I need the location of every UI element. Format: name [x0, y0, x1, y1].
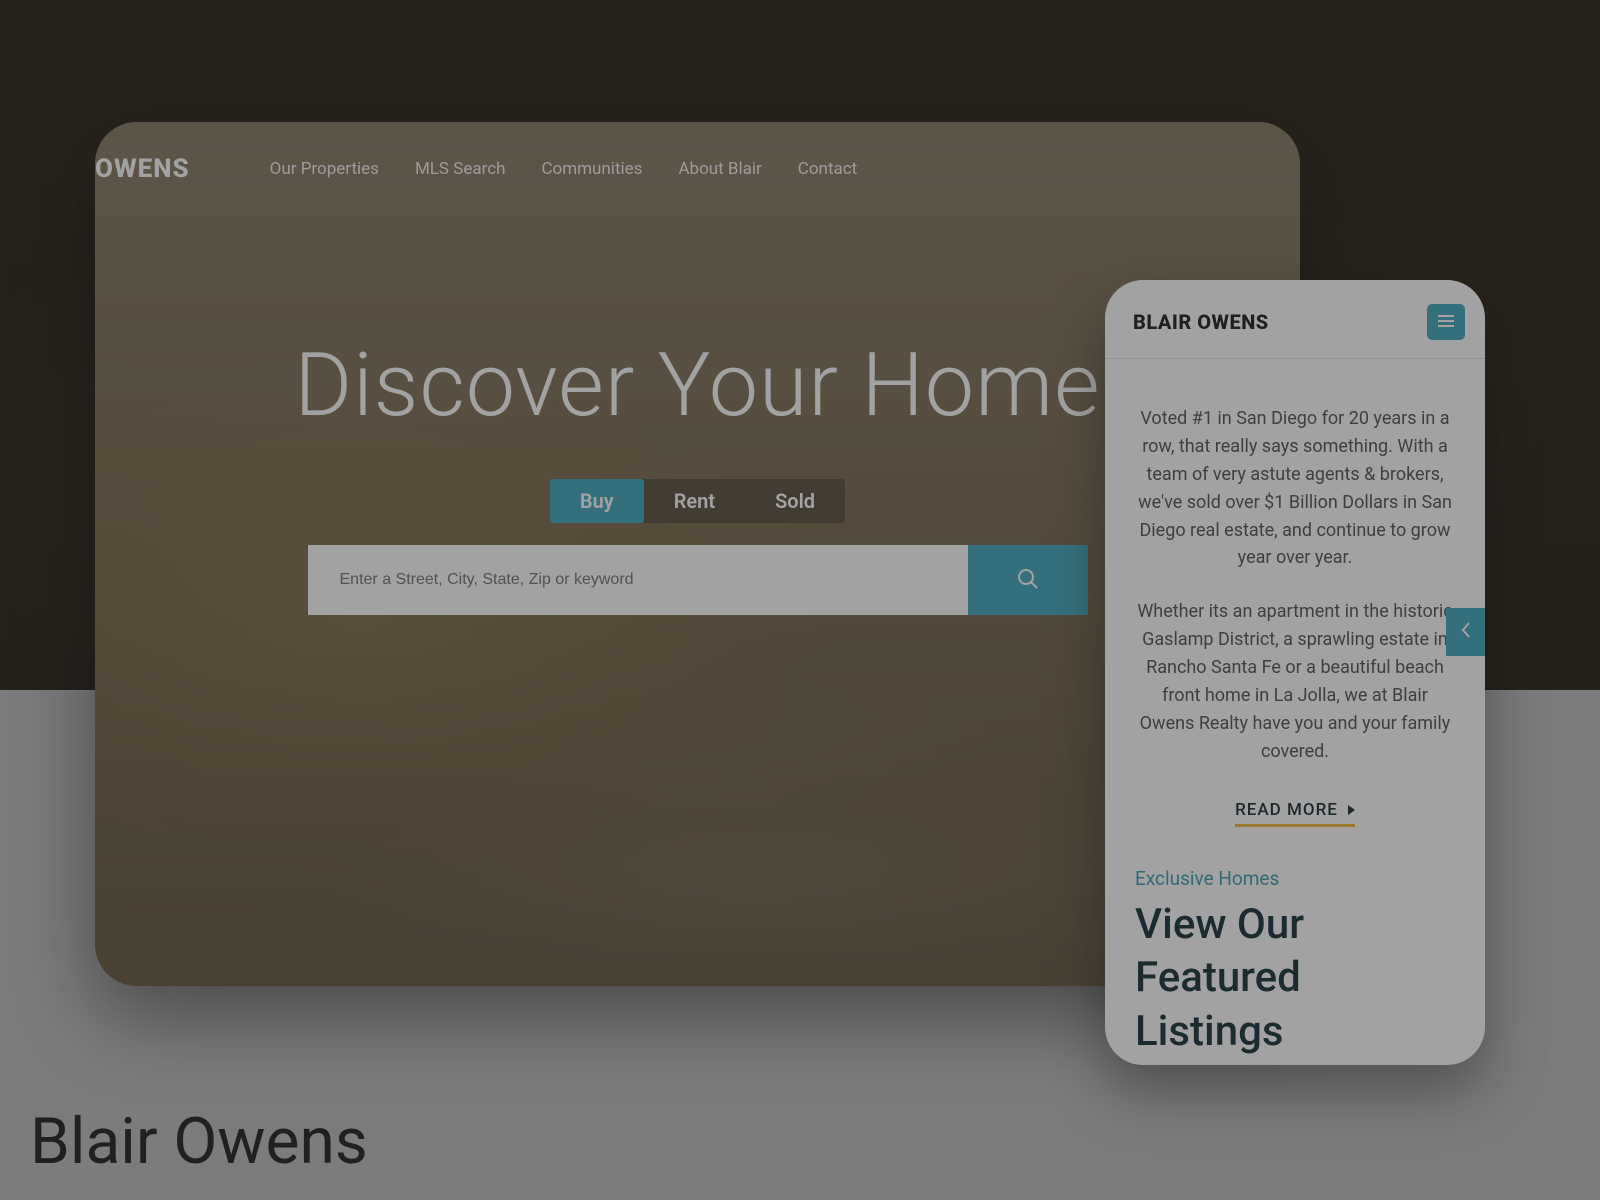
site-logo: OWENS [95, 154, 190, 184]
nav-mls-search[interactable]: MLS Search [415, 159, 506, 179]
tab-buy[interactable]: Buy [550, 479, 644, 523]
nav-our-properties[interactable]: Our Properties [270, 159, 379, 179]
mobile-header: BLAIR OWENS [1105, 280, 1485, 359]
search-tabs: Buy Rent Sold [550, 479, 845, 523]
nav-about-blair[interactable]: About Blair [678, 159, 761, 179]
featured-listings-section: Exclusive Homes View Our Featured Listin… [1105, 827, 1485, 1059]
read-more-link[interactable]: READ MORE [1235, 800, 1355, 827]
chevron-left-icon [1461, 622, 1471, 642]
search-input[interactable] [308, 545, 968, 615]
featured-listings-heading: View Our Featured Listings [1135, 898, 1455, 1059]
mobile-body: Voted #1 in San Diego for 20 years in a … [1105, 359, 1485, 827]
about-paragraph-1: Voted #1 in San Diego for 20 years in a … [1133, 405, 1457, 572]
menu-button[interactable] [1427, 304, 1465, 340]
nav-communities[interactable]: Communities [541, 159, 642, 179]
search-icon [1016, 567, 1040, 594]
about-paragraph-2: Whether its an apartment in the historic… [1133, 598, 1457, 765]
search-bar [308, 545, 1088, 615]
hamburger-icon [1437, 313, 1455, 332]
nav-contact[interactable]: Contact [798, 159, 857, 179]
main-nav: Our Properties MLS Search Communities Ab… [270, 159, 858, 179]
tab-sold[interactable]: Sold [745, 479, 845, 523]
caret-right-icon [1348, 805, 1355, 815]
search-button[interactable] [968, 545, 1088, 615]
read-more-label: READ MORE [1235, 800, 1338, 820]
page-title: Blair Owens [30, 1104, 368, 1179]
hero-title: Discover Your Home [135, 334, 1260, 437]
side-panel-toggle[interactable] [1446, 608, 1485, 656]
desktop-header: OWENS Our Properties MLS Search Communit… [95, 122, 1300, 184]
mobile-logo: BLAIR OWENS [1133, 310, 1269, 334]
mobile-preview-card: BLAIR OWENS Voted #1 in San Diego for 20… [1105, 280, 1485, 1065]
section-eyebrow: Exclusive Homes [1135, 867, 1455, 890]
tab-rent[interactable]: Rent [644, 479, 745, 523]
